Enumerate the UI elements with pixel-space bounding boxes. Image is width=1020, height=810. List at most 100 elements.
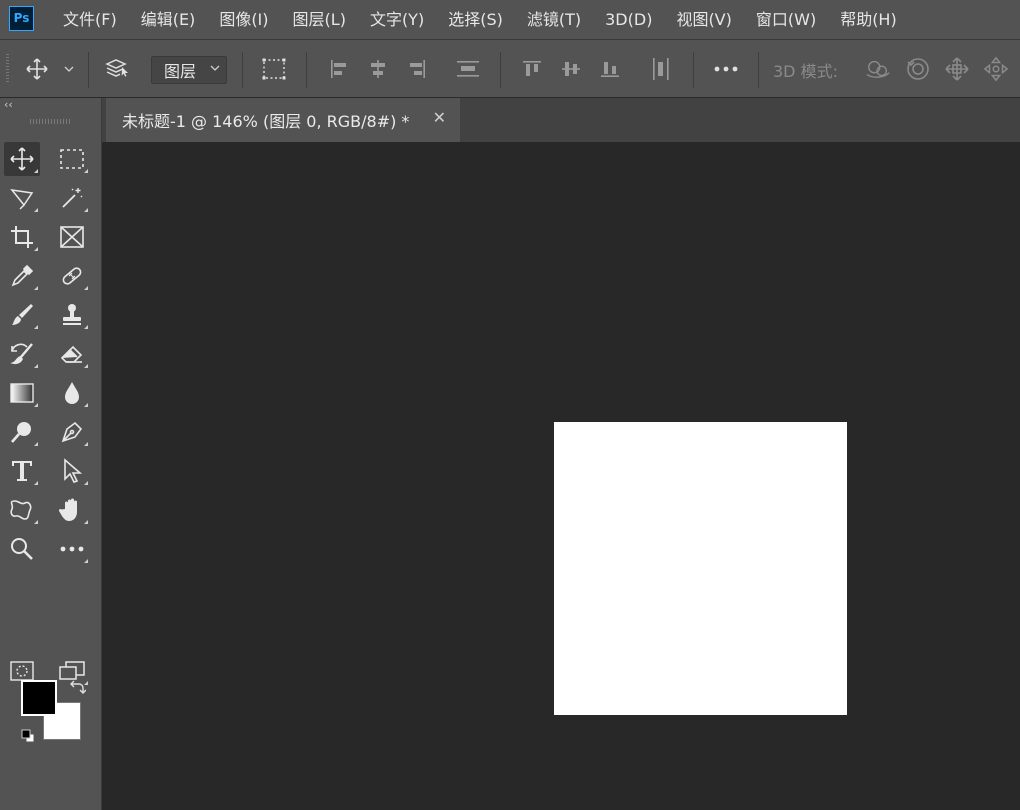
document-canvas[interactable] [554, 422, 847, 715]
eyedropper-icon [11, 264, 34, 287]
align-right-edges-button[interactable] [404, 56, 430, 82]
auto-select-target-dropdown[interactable]: 图层 [151, 56, 227, 84]
menu-window[interactable]: 窗口(W) [744, 0, 828, 40]
tools-panel-grip[interactable] [30, 119, 72, 124]
brush-tool[interactable] [4, 298, 40, 332]
dodge-icon [11, 422, 31, 443]
align-center-vertical-icon [562, 62, 580, 76]
auto-select-target-value: 图层 [164, 62, 197, 81]
type-tool[interactable] [4, 454, 40, 488]
more-horizontal-icon [714, 66, 738, 72]
menu-select[interactable]: 选择(S) [436, 0, 515, 40]
arrow-pointer-icon [64, 458, 83, 483]
align-vertical-centers-button[interactable] [558, 56, 584, 82]
custom-shape-tool[interactable] [4, 493, 40, 527]
distribute-vertical-icon [457, 61, 479, 77]
crop-tool[interactable] [4, 220, 40, 254]
water-drop-icon [65, 382, 79, 404]
menu-layer[interactable]: 图层(L) [281, 0, 358, 40]
move-tool-preset-button[interactable] [24, 56, 50, 82]
pen-tool[interactable] [54, 415, 90, 449]
bandage-icon [62, 267, 82, 285]
hand-tool[interactable] [54, 493, 90, 527]
blur-tool[interactable] [54, 376, 90, 410]
magnifier-icon [11, 538, 33, 560]
distribute-vertical-button[interactable] [455, 56, 481, 82]
magic-wand-tool[interactable] [54, 181, 90, 215]
align-horizontal-centers-button[interactable] [365, 56, 391, 82]
rectangular-marquee-tool[interactable] [54, 142, 90, 176]
menu-3d[interactable]: 3D(D) [593, 0, 664, 40]
menu-file[interactable]: 文件(F) [52, 0, 129, 40]
menu-help[interactable]: 帮助(H) [828, 0, 909, 40]
brush-icon [12, 304, 33, 325]
roll-icon [907, 58, 929, 80]
transform-controls-icon [262, 58, 286, 80]
options-bar-grip[interactable] [6, 54, 9, 84]
shape-blob-icon [10, 500, 32, 520]
align-bottom-edges-button[interactable] [597, 56, 623, 82]
default-colors-button[interactable] [20, 728, 36, 744]
menu-filter[interactable]: 滤镜(T) [515, 0, 593, 40]
zoom-tool[interactable] [4, 532, 40, 566]
chevron-down-icon [210, 65, 220, 71]
layers-arrow-icon [105, 59, 128, 77]
gradient-tool[interactable] [4, 376, 40, 410]
eraser-tool[interactable] [54, 337, 90, 371]
auto-select-toggle[interactable] [104, 56, 130, 82]
3d-pan-button[interactable] [944, 56, 970, 82]
screen-mode-button[interactable] [54, 654, 90, 688]
marquee-icon [60, 149, 84, 169]
menu-bar: Ps 文件(F) 编辑(E) 图像(I) 图层(L) 文字(Y) 选择(S) 滤… [0, 0, 1020, 40]
align-top-icon [523, 61, 541, 76]
type-t-icon [12, 461, 32, 481]
pen-nib-icon [61, 421, 83, 443]
move-icon [26, 58, 48, 80]
quick-mask-icon [10, 661, 34, 681]
3d-slide-button[interactable] [983, 56, 1009, 82]
tools-panel: ‹‹ [0, 98, 102, 810]
3d-roll-button[interactable] [905, 56, 931, 82]
frame-tool[interactable] [54, 220, 90, 254]
menu-image[interactable]: 图像(I) [207, 0, 280, 40]
align-left-edges-button[interactable] [326, 56, 352, 82]
move-tool[interactable] [4, 142, 40, 176]
tool-preset-dropdown[interactable] [58, 56, 80, 82]
distribute-horizontal-icon [653, 58, 669, 80]
eyedropper-tool[interactable] [4, 259, 40, 293]
lasso-icon [10, 188, 34, 210]
menu-items: 文件(F) 编辑(E) 图像(I) 图层(L) 文字(Y) 选择(S) 滤镜(T… [52, 0, 909, 40]
foreground-color-swatch[interactable] [21, 680, 57, 716]
crop-icon [11, 226, 33, 248]
gradient-icon [10, 383, 34, 403]
3d-orbit-button[interactable] [865, 56, 891, 82]
align-bottom-icon [601, 62, 619, 77]
hand-icon [59, 498, 77, 521]
eraser-icon [60, 345, 83, 363]
history-brush-icon [10, 343, 33, 365]
align-left-icon [331, 60, 346, 78]
menu-view[interactable]: 视图(V) [664, 0, 743, 40]
more-options-button[interactable] [713, 56, 739, 82]
menu-edit[interactable]: 编辑(E) [129, 0, 208, 40]
history-brush-tool[interactable] [4, 337, 40, 371]
3d-mode-label: 3D 模式: [773, 62, 838, 81]
align-right-icon [410, 60, 425, 78]
document-tab[interactable]: 未标题-1 @ 146% (图层 0, RGB/8#) * ✕ [106, 98, 460, 142]
edit-toolbar-button[interactable] [54, 532, 90, 566]
menu-type[interactable]: 文字(Y) [358, 0, 436, 40]
close-tab-button[interactable]: ✕ [433, 108, 446, 127]
spot-healing-brush-tool[interactable] [54, 259, 90, 293]
default-colors-icon [21, 729, 35, 743]
more-horizontal-icon [60, 546, 84, 552]
collapse-panel-button[interactable]: ‹‹ [4, 98, 13, 111]
document-tab-title: 未标题-1 @ 146% (图层 0, RGB/8#) * [122, 112, 410, 131]
document-tab-strip: 未标题-1 @ 146% (图层 0, RGB/8#) * ✕ [102, 98, 1020, 142]
dodge-tool[interactable] [4, 415, 40, 449]
show-transform-controls-toggle[interactable] [261, 56, 287, 82]
distribute-horizontal-button[interactable] [648, 56, 674, 82]
path-selection-tool[interactable] [54, 454, 90, 488]
clone-stamp-tool[interactable] [54, 298, 90, 332]
align-top-edges-button[interactable] [519, 56, 545, 82]
polygonal-lasso-tool[interactable] [4, 181, 40, 215]
